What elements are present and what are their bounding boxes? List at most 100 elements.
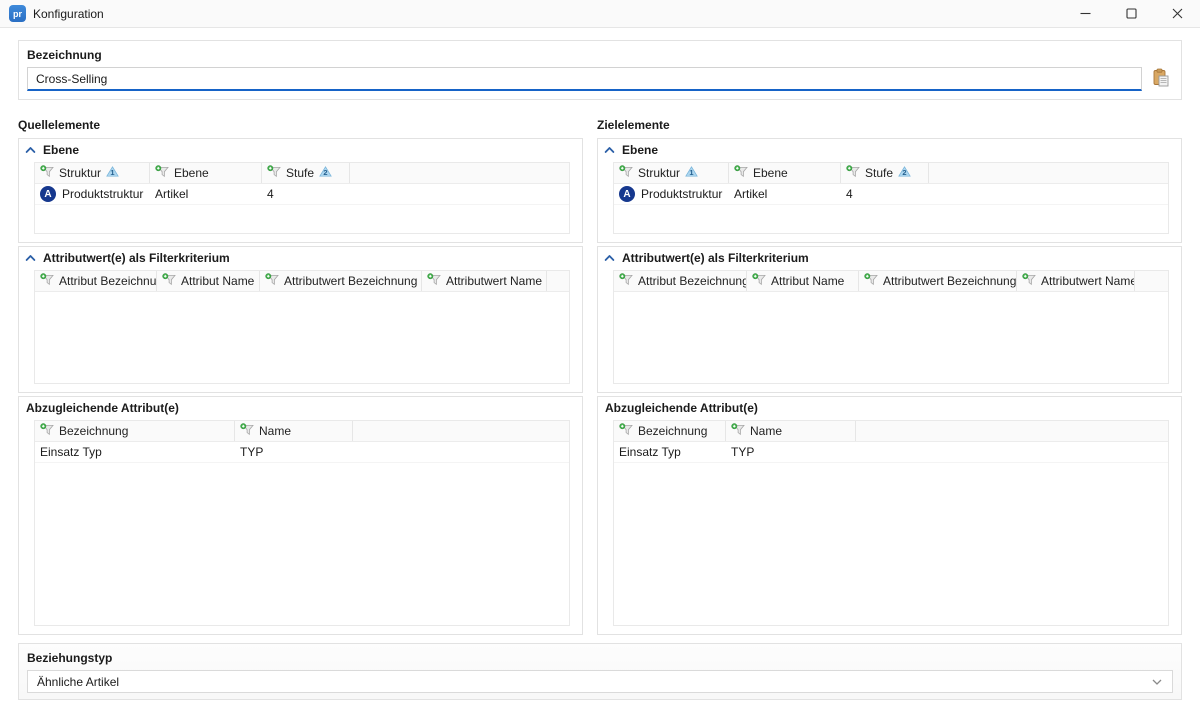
source-filter-expander[interactable]: Attributwert(e) als Filterkriterium [19,247,582,268]
minimize-button[interactable] [1062,0,1108,27]
beziehungstyp-select[interactable]: Ähnliche Artikel [27,670,1173,693]
column-header-ebene[interactable]: Ebene [729,163,841,183]
target-ebene-header: Ebene [622,143,658,157]
target-attribute-table: Bezeichnung Name Einsatz Typ TYP [613,420,1169,626]
source-attribute-panel: Abzugleichende Attribut(e) Bezeichnung N… [18,396,583,635]
column-header-attribut-name[interactable]: Attribut Name [747,271,859,291]
column-header-attributwert-name[interactable]: Attributwert Name [422,271,547,291]
target-column-title: Zielelemente [597,115,1182,138]
column-label: Attributwert Bezeichnung [284,274,417,288]
column-header-attribut-bezeichnung[interactable]: Attribut Bezeichnung [35,271,157,291]
column-header-ebene[interactable]: Ebene [150,163,262,183]
filter-add-icon[interactable] [162,273,176,289]
close-button[interactable] [1154,0,1200,27]
column-label: Attribut Bezeichnung [59,274,157,288]
target-column: Zielelemente Ebene Struktur 1 [597,115,1182,635]
table-row[interactable]: A Produktstruktur Artikel 4 [614,184,1168,205]
cell-bezeichnung: Einsatz Typ [40,445,102,459]
column-header-bezeichnung[interactable]: Bezeichnung [614,421,726,441]
window-controls [1062,0,1200,27]
column-header-attributwert-bezeichnung[interactable]: Attributwert Bezeichnung [859,271,1017,291]
app-icon: pr [9,5,26,22]
minimize-icon [1080,8,1091,19]
cell-bezeichnung: Einsatz Typ [619,445,681,459]
sort-order-2-icon: 2 [898,166,911,180]
filter-add-icon[interactable] [752,273,766,289]
collapse-chevron-icon[interactable] [604,143,615,157]
column-label: Struktur [59,166,101,180]
source-ebene-expander[interactable]: Ebene [19,139,582,160]
column-header-name[interactable]: Name [235,421,353,441]
column-label: Bezeichnung [59,424,128,438]
collapse-chevron-icon[interactable] [604,251,615,265]
table-header-row: Struktur 1 Ebene Stufe 2 [35,163,569,184]
target-filter-expander[interactable]: Attributwert(e) als Filterkriterium [598,247,1181,268]
filter-add-icon[interactable] [619,273,633,289]
column-header-struktur[interactable]: Struktur 1 [35,163,150,183]
table-row[interactable]: Einsatz Typ TYP [614,442,1168,463]
column-header-stufe[interactable]: Stufe 2 [262,163,350,183]
clipboard-paste-icon [1151,68,1171,91]
cell-name: TYP [240,445,263,459]
sort-order-2-icon: 2 [319,166,332,180]
filter-add-icon[interactable] [734,165,748,181]
filter-add-icon[interactable] [240,423,254,439]
filter-add-icon[interactable] [40,273,54,289]
column-header-attribut-name[interactable]: Attribut Name [157,271,260,291]
filter-add-icon[interactable] [40,423,54,439]
filter-add-icon[interactable] [619,165,633,181]
filter-add-icon[interactable] [267,165,281,181]
target-attribute-header-row: Abzugleichende Attribut(e) [598,397,1181,418]
filter-add-icon[interactable] [846,165,860,181]
filter-add-icon[interactable] [427,273,441,289]
table-row[interactable]: Einsatz Typ TYP [35,442,569,463]
column-header-stufe[interactable]: Stufe 2 [841,163,929,183]
filter-add-icon[interactable] [1022,273,1036,289]
source-filter-table: Attribut Bezeichnung Attribut Name Attri… [34,270,570,384]
table-header-row: Bezeichnung Name [35,421,569,442]
filter-add-icon[interactable] [265,273,279,289]
table-header-row: Bezeichnung Name [614,421,1168,442]
collapse-chevron-icon[interactable] [25,251,36,265]
cell-struktur: Produktstruktur [641,187,722,201]
bezeichnung-label: Bezeichnung [27,48,1173,62]
source-ebene-panel: Ebene Struktur 1 Ebene [18,138,583,243]
column-label: Attributwert Name [446,274,542,288]
bezeichnung-group: Bezeichnung [18,40,1182,100]
svg-text:2: 2 [902,168,906,177]
paste-button[interactable] [1149,67,1173,91]
maximize-button[interactable] [1108,0,1154,27]
beziehungstyp-value: Ähnliche Artikel [37,675,119,689]
table-row[interactable]: A Produktstruktur Artikel 4 [35,184,569,205]
target-attribute-panel: Abzugleichende Attribut(e) Bezeichnung N… [597,396,1182,635]
svg-text:2: 2 [323,168,327,177]
column-header-name[interactable]: Name [726,421,856,441]
source-attribute-header-row: Abzugleichende Attribut(e) [19,397,582,418]
cell-stufe: 4 [267,187,274,201]
column-label: Ebene [174,166,209,180]
filter-add-icon[interactable] [731,423,745,439]
filter-add-icon[interactable] [155,165,169,181]
column-header-attribut-bezeichnung[interactable]: Attribut Bezeichnung [614,271,747,291]
column-header-bezeichnung[interactable]: Bezeichnung [35,421,235,441]
cell-name: TYP [731,445,754,459]
column-label: Attribut Name [771,274,844,288]
column-label: Name [259,424,291,438]
column-label: Attribut Bezeichnung [638,274,747,288]
column-label: Name [750,424,782,438]
svg-text:1: 1 [689,168,693,177]
bezeichnung-input[interactable] [27,67,1142,91]
beziehungstyp-group: Beziehungstyp Ähnliche Artikel [18,643,1182,700]
column-header-attributwert-name[interactable]: Attributwert Name [1017,271,1135,291]
cell-stufe: 4 [846,187,853,201]
column-header-struktur[interactable]: Struktur 1 [614,163,729,183]
filter-add-icon[interactable] [619,423,633,439]
filter-add-icon[interactable] [40,165,54,181]
target-filter-panel: Attributwert(e) als Filterkriterium Attr… [597,246,1182,393]
filter-add-icon[interactable] [864,273,878,289]
target-ebene-expander[interactable]: Ebene [598,139,1181,160]
column-header-attributwert-bezeichnung[interactable]: Attributwert Bezeichnung [260,271,422,291]
source-ebene-header: Ebene [43,143,79,157]
close-icon [1172,8,1183,19]
collapse-chevron-icon[interactable] [25,143,36,157]
